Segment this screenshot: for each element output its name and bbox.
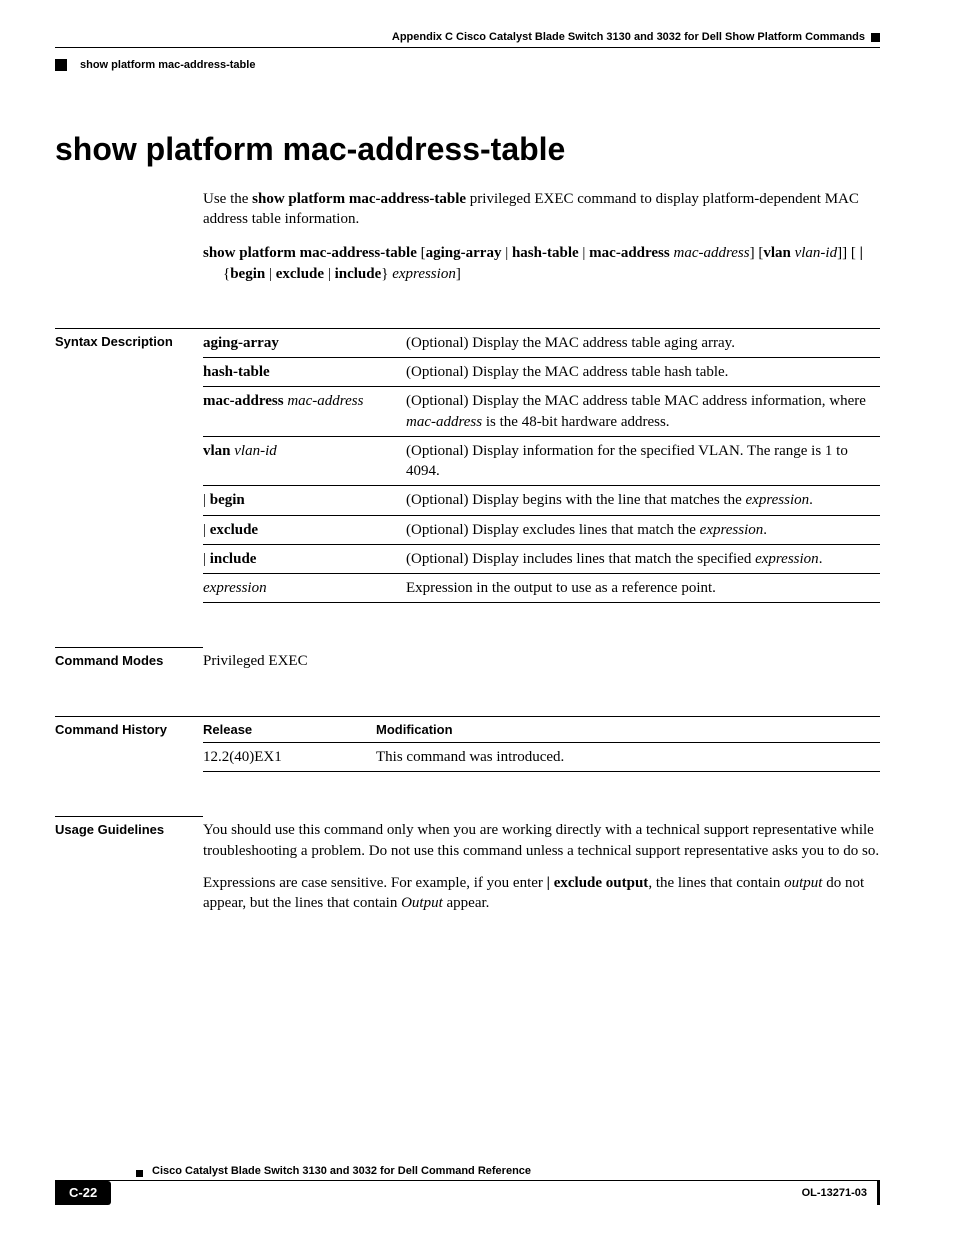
history-release-cell: 12.2(40)EX1 <box>203 743 376 772</box>
command-modes-value: Privileged EXEC <box>203 653 308 669</box>
syntax-keyword-cell: mac-address mac-address <box>203 387 406 437</box>
footer-book-title: Cisco Catalyst Blade Switch 3130 and 303… <box>152 1165 531 1177</box>
document-id: OL-13271-03 <box>802 1186 871 1201</box>
footer-end-bar-icon <box>877 1181 880 1205</box>
syntax-keyword-cell: | exclude <box>203 515 406 544</box>
table-row: | begin(Optional) Display begins with th… <box>203 486 880 515</box>
syntax-desc-cell: (Optional) Display the MAC address table… <box>406 387 880 437</box>
section-label: Command History <box>55 716 203 739</box>
syntax-desc-cell: (Optional) Display excludes lines that m… <box>406 515 880 544</box>
table-row: | include(Optional) Display includes lin… <box>203 544 880 573</box>
syntax-keyword-cell: hash-table <box>203 358 406 387</box>
table-row: aging-array(Optional) Display the MAC ad… <box>203 328 880 357</box>
history-mod-cell: This command was introduced. <box>376 743 880 772</box>
table-row: mac-address mac-address(Optional) Displa… <box>203 387 880 437</box>
syntax-desc-cell: (Optional) Display includes lines that m… <box>406 544 880 573</box>
page-number-badge: C-22 <box>55 1181 111 1205</box>
footer-square-icon <box>136 1170 143 1177</box>
syntax-description-table: aging-array(Optional) Display the MAC ad… <box>203 328 880 604</box>
syntax-desc-cell: (Optional) Display the MAC address table… <box>406 328 880 357</box>
section-label: Usage Guidelines <box>55 816 203 839</box>
table-row: 12.2(40)EX1This command was introduced. <box>203 743 880 772</box>
syntax-line: show platform mac-address-table [aging-a… <box>203 243 880 284</box>
usage-guidelines-section: Usage Guidelines You should use this com… <box>55 816 880 925</box>
syntax-keyword-cell: aging-array <box>203 328 406 357</box>
usage-para-2: Expressions are case sensitive. For exam… <box>203 873 880 914</box>
table-row: expressionExpression in the output to us… <box>203 574 880 603</box>
header-square-icon <box>55 59 67 71</box>
header-square-icon <box>871 33 880 42</box>
syntax-desc-cell: (Optional) Display begins with the line … <box>406 486 880 515</box>
syntax-keyword-cell: vlan vlan-id <box>203 436 406 486</box>
history-header-modification: Modification <box>376 716 880 743</box>
command-history-section: Command History Release Modification 12.… <box>55 716 880 773</box>
section-label: Syntax Description <box>55 328 203 351</box>
table-row: hash-table(Optional) Display the MAC add… <box>203 358 880 387</box>
command-title: show platform mac-address-table <box>55 128 880 171</box>
syntax-description-section: Syntax Description aging-array(Optional)… <box>55 328 880 604</box>
history-header-release: Release <box>203 716 376 743</box>
appendix-title: Appendix C Cisco Catalyst Blade Switch 3… <box>392 31 865 43</box>
running-header-section: show platform mac-address-table <box>55 58 880 73</box>
table-row: vlan vlan-id(Optional) Display informati… <box>203 436 880 486</box>
intro-paragraph: Use the show platform mac-address-table … <box>203 189 880 230</box>
section-label: Command Modes <box>55 647 203 670</box>
syntax-desc-cell: (Optional) Display information for the s… <box>406 436 880 486</box>
page-footer: Cisco Catalyst Blade Switch 3130 and 303… <box>55 1164 880 1205</box>
command-history-table: Release Modification 12.2(40)EX1This com… <box>203 716 880 773</box>
command-modes-section: Command Modes Privileged EXEC <box>55 647 880 671</box>
syntax-keyword-cell: | begin <box>203 486 406 515</box>
usage-para-1: You should use this command only when yo… <box>203 820 880 861</box>
syntax-keyword-cell: | include <box>203 544 406 573</box>
table-row: | exclude(Optional) Display excludes lin… <box>203 515 880 544</box>
running-header-top: Appendix C Cisco Catalyst Blade Switch 3… <box>55 30 880 48</box>
section-indicator: show platform mac-address-table <box>80 59 255 71</box>
syntax-desc-cell: Expression in the output to use as a ref… <box>406 574 880 603</box>
syntax-keyword-cell: expression <box>203 574 406 603</box>
syntax-desc-cell: (Optional) Display the MAC address table… <box>406 358 880 387</box>
